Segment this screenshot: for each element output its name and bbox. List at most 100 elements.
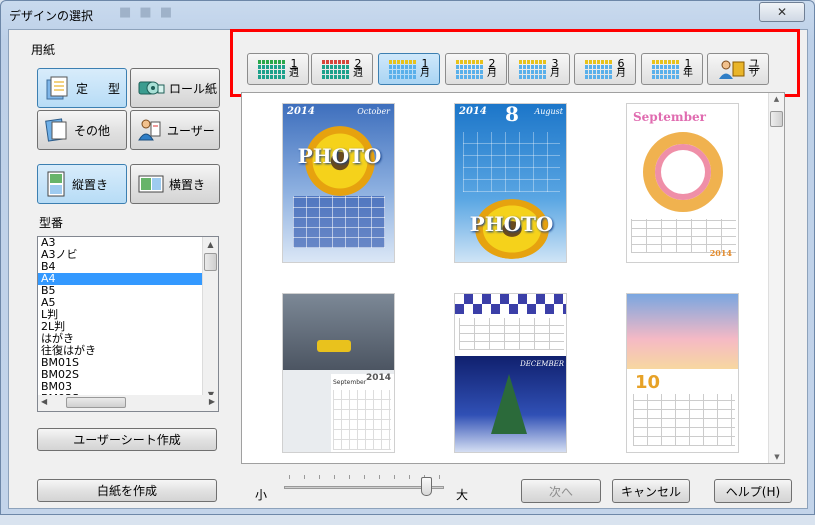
thumb-photo-text: PHOTO xyxy=(469,212,554,236)
model-list[interactable]: A3 A3ノビ B4 A4 B5 A5 L判 2L判 はがき 往復はがき BM01S BM02S BM0… xyxy=(37,236,219,401)
dialog-title: デザインの選択 xyxy=(9,9,94,23)
two-week-calendar-icon xyxy=(322,60,349,79)
model-list-item[interactable]: L判 xyxy=(38,309,218,321)
help-button[interactable]: ヘルプ(H) xyxy=(714,479,792,503)
calendar-grid xyxy=(459,318,564,350)
scroll-left-arrow-icon[interactable]: ◀ xyxy=(41,397,47,406)
toolbar-button-one-month-calendar[interactable]: 1月 xyxy=(378,53,440,85)
toolbar-button-label: 2週 xyxy=(353,58,363,79)
toolbar-label-unit: 月 xyxy=(550,68,560,79)
paper-standard-button[interactable]: 定 型 xyxy=(37,68,127,108)
design-thumbnail[interactable]: DECEMBER xyxy=(454,293,567,453)
close-icon: ✕ xyxy=(776,5,788,19)
toolbar-button-year-calendar[interactable]: 1年 xyxy=(641,53,703,85)
model-list-hscrollbar[interactable]: ◀ ▶ xyxy=(37,395,219,412)
thumb-month: September xyxy=(633,110,706,124)
slider-tick xyxy=(319,475,320,479)
paper-user-button[interactable]: ユーザー xyxy=(130,110,220,150)
thumb-month: August xyxy=(534,107,563,116)
landscape-button[interactable]: 横置き xyxy=(130,164,220,204)
model-list-scrollbar[interactable]: ▲ ▼ xyxy=(202,237,218,400)
zoom-small-label: 小 xyxy=(255,488,268,502)
portrait-button[interactable]: 縦置き xyxy=(37,164,127,204)
ghost-title: ■ ■ ■ xyxy=(119,5,175,20)
landscape-icon xyxy=(138,175,164,193)
hscroll-thumb[interactable] xyxy=(66,397,126,408)
portrait-label: 縦置き xyxy=(72,177,109,192)
preview-scroll-down-icon[interactable]: ▼ xyxy=(769,453,784,461)
design-thumbnail[interactable]: 2014 October PHOTO xyxy=(282,103,395,263)
toolbar-button-user-design[interactable]: ユザ xyxy=(707,53,769,85)
model-list-items: A3 A3ノビ B4 A4 B5 A5 L判 2L判 はがき 往復はがき BM01S BM02S BM0… xyxy=(38,237,218,400)
paper-stack-icon xyxy=(46,76,68,100)
design-thumbnail[interactable]: September 2014 xyxy=(626,103,739,263)
paper-roll-button[interactable]: ロール紙 xyxy=(130,68,220,108)
checker-pattern xyxy=(455,294,566,314)
next-button[interactable]: 次へ xyxy=(521,479,601,503)
toolbar-button-two-month-calendar[interactable]: 2月 xyxy=(445,53,507,85)
design-thumbnail[interactable]: September 2014 xyxy=(282,293,395,453)
scroll-right-arrow-icon[interactable]: ▶ xyxy=(209,397,215,406)
toolbar-label-unit: 月 xyxy=(487,68,497,79)
christmas-tree-photo: DECEMBER xyxy=(455,356,566,452)
flower-heart-image xyxy=(643,132,723,212)
preview-scroll-up-icon[interactable]: ▲ xyxy=(769,95,784,103)
year-calendar-icon xyxy=(652,60,679,79)
zoom-slider-thumb[interactable] xyxy=(420,477,432,496)
slider-tick xyxy=(289,475,290,479)
toolbar-button-label: 6月 xyxy=(616,58,626,79)
other-paper-icon xyxy=(45,118,67,142)
model-list-item[interactable]: B4 xyxy=(38,261,218,273)
model-list-item[interactable]: A3ノビ xyxy=(38,249,218,261)
slider-tick xyxy=(379,475,380,479)
toolbar-button-two-week-calendar[interactable]: 2週 xyxy=(311,53,373,85)
close-button[interactable]: ✕ xyxy=(759,2,805,22)
week-calendar-icon xyxy=(258,60,285,79)
paper-standard-label: 定 型 xyxy=(76,81,125,96)
thumb-day: 8 xyxy=(505,103,519,126)
paper-roll-label: ロール紙 xyxy=(169,81,218,96)
thumb-year: 2014 xyxy=(365,373,391,383)
preview-scrollbar[interactable]: ▲ ▼ xyxy=(768,93,784,463)
paper-other-button[interactable]: その他 xyxy=(37,110,127,150)
toolbar-label-unit: 週 xyxy=(289,68,299,79)
portrait-icon xyxy=(47,171,65,197)
toolbar-label-unit: 年 xyxy=(683,68,693,79)
toolbar-button-week-calendar[interactable]: 1週 xyxy=(247,53,309,85)
slider-tick xyxy=(439,475,440,479)
user-sheet-button[interactable]: ユーザーシート作成 xyxy=(37,428,217,451)
toolbar-button-label: 3月 xyxy=(550,58,560,79)
create-blank-button[interactable]: 白紙を作成 xyxy=(37,479,217,502)
thumb-month: DECEMBER xyxy=(520,360,564,368)
calendar-grid xyxy=(463,132,560,192)
scroll-thumb[interactable] xyxy=(204,253,217,271)
dialog-window: デザインの選択 ■ ■ ■ ✕ 用紙 定 型 ロール紙 その他 ユーザー 縦置き… xyxy=(0,0,815,515)
slider-tick xyxy=(349,475,350,479)
toolbar-label-unit: 月 xyxy=(420,68,430,79)
design-thumbnail[interactable]: 2014 8 August PHOTO xyxy=(454,103,567,263)
design-preview-panel[interactable]: ▲ ▼ 2014 October PHOTO 2014 8 August PHO… xyxy=(241,92,785,464)
paper-group-label: 用紙 xyxy=(31,43,56,57)
scroll-up-arrow-icon[interactable]: ▲ xyxy=(203,237,218,251)
zoom-large-label: 大 xyxy=(456,488,469,502)
slider-tick xyxy=(364,475,365,479)
model-list-item[interactable]: A5 xyxy=(38,297,218,309)
toolbar-button-label: ユザ xyxy=(749,58,760,79)
design-thumbnail[interactable]: 10 xyxy=(626,293,739,453)
slider-tick xyxy=(394,475,395,479)
sky-photo xyxy=(627,294,738,369)
cancel-button[interactable]: キャンセル xyxy=(612,479,690,503)
toolbar-highlight-frame: 1週 2週 1月 2月 3月 6月 1年 ユザ xyxy=(230,29,800,97)
model-list-item[interactable]: B5 xyxy=(38,285,218,297)
toolbar-button-six-month-calendar[interactable]: 6月 xyxy=(574,53,636,85)
thumb-day: 10 xyxy=(635,372,661,393)
toolbar-button-three-month-calendar[interactable]: 3月 xyxy=(508,53,570,85)
dialog-client: 用紙 定 型 ロール紙 その他 ユーザー 縦置き 横置き 型番 A3 A3ノビ … xyxy=(8,29,808,509)
paper-other-label: その他 xyxy=(74,123,111,138)
toolbar-label-unit: 週 xyxy=(353,68,363,79)
thumb-year: 2014 xyxy=(459,106,487,117)
preview-scroll-thumb[interactable] xyxy=(770,111,783,127)
calendar-grid xyxy=(333,390,391,450)
thumb-month: October xyxy=(357,107,390,116)
model-list-item[interactable]: A4 xyxy=(38,273,218,285)
